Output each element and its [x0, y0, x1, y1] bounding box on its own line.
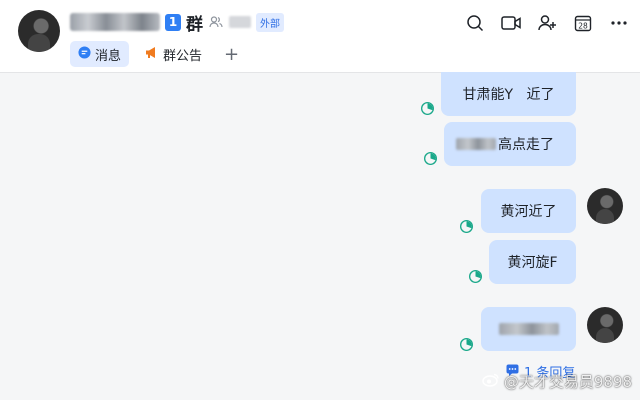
- watermark-text: @天才交易员9898: [503, 373, 632, 391]
- video-call-icon[interactable]: [500, 12, 522, 34]
- search-icon[interactable]: [464, 12, 486, 34]
- message-bubble[interactable]: [481, 307, 576, 351]
- group-label: 群: [186, 14, 203, 35]
- read-receipt-icon[interactable]: [421, 102, 434, 115]
- chat-title-row: 1 群 外部: [70, 10, 284, 35]
- message-bubble[interactable]: 黄河近了: [481, 189, 576, 233]
- message-text: 高点走了: [498, 137, 554, 153]
- read-receipt-icon[interactable]: [460, 220, 473, 233]
- members-icon[interactable]: [208, 14, 224, 30]
- group-number-badge: 1: [165, 13, 181, 31]
- weibo-logo-icon: [482, 372, 500, 391]
- watermark: @天才交易员9898: [482, 371, 632, 392]
- group-avatar[interactable]: [18, 10, 60, 52]
- read-receipt-icon[interactable]: [469, 270, 482, 283]
- blurred-text: [498, 323, 559, 335]
- message-text: 甘肃能Y 近了: [462, 87, 555, 103]
- calendar-day: 28: [578, 21, 588, 30]
- message-text: 黄河旋F: [507, 255, 558, 271]
- sender-avatar[interactable]: [587, 188, 623, 224]
- header-toolbar: 28: [464, 12, 630, 34]
- blurred-text: [456, 138, 496, 150]
- tab-announcement-label: 群公告: [163, 48, 203, 64]
- read-receipt-icon[interactable]: [424, 152, 437, 165]
- tab-announcement[interactable]: 群公告: [137, 41, 210, 67]
- megaphone-icon: [145, 46, 159, 63]
- chat-bubble-icon: [78, 45, 91, 63]
- message-bubble[interactable]: 高点走了: [444, 122, 576, 166]
- group-name-blurred[interactable]: [70, 13, 160, 31]
- chat-tabs: 消息 群公告 +: [70, 41, 245, 67]
- message-text: 黄河近了: [500, 204, 557, 220]
- add-tab-button[interactable]: +: [218, 44, 245, 65]
- message-bubble[interactable]: 黄河旋F: [489, 240, 576, 284]
- read-receipt-icon[interactable]: [460, 338, 473, 351]
- add-member-icon[interactable]: [536, 12, 558, 34]
- tab-messages[interactable]: 消息: [70, 41, 130, 67]
- more-icon[interactable]: [608, 12, 630, 34]
- calendar-icon[interactable]: 28: [572, 12, 594, 34]
- external-badge: 外部: [256, 12, 284, 32]
- member-count-blurred: [229, 16, 251, 28]
- chat-header: 1 群 外部 消息 群公告 + 28: [0, 0, 640, 73]
- message-bubble[interactable]: 甘肃能Y 近了: [441, 72, 576, 116]
- tab-messages-label: 消息: [95, 48, 122, 64]
- sender-avatar[interactable]: [587, 307, 623, 343]
